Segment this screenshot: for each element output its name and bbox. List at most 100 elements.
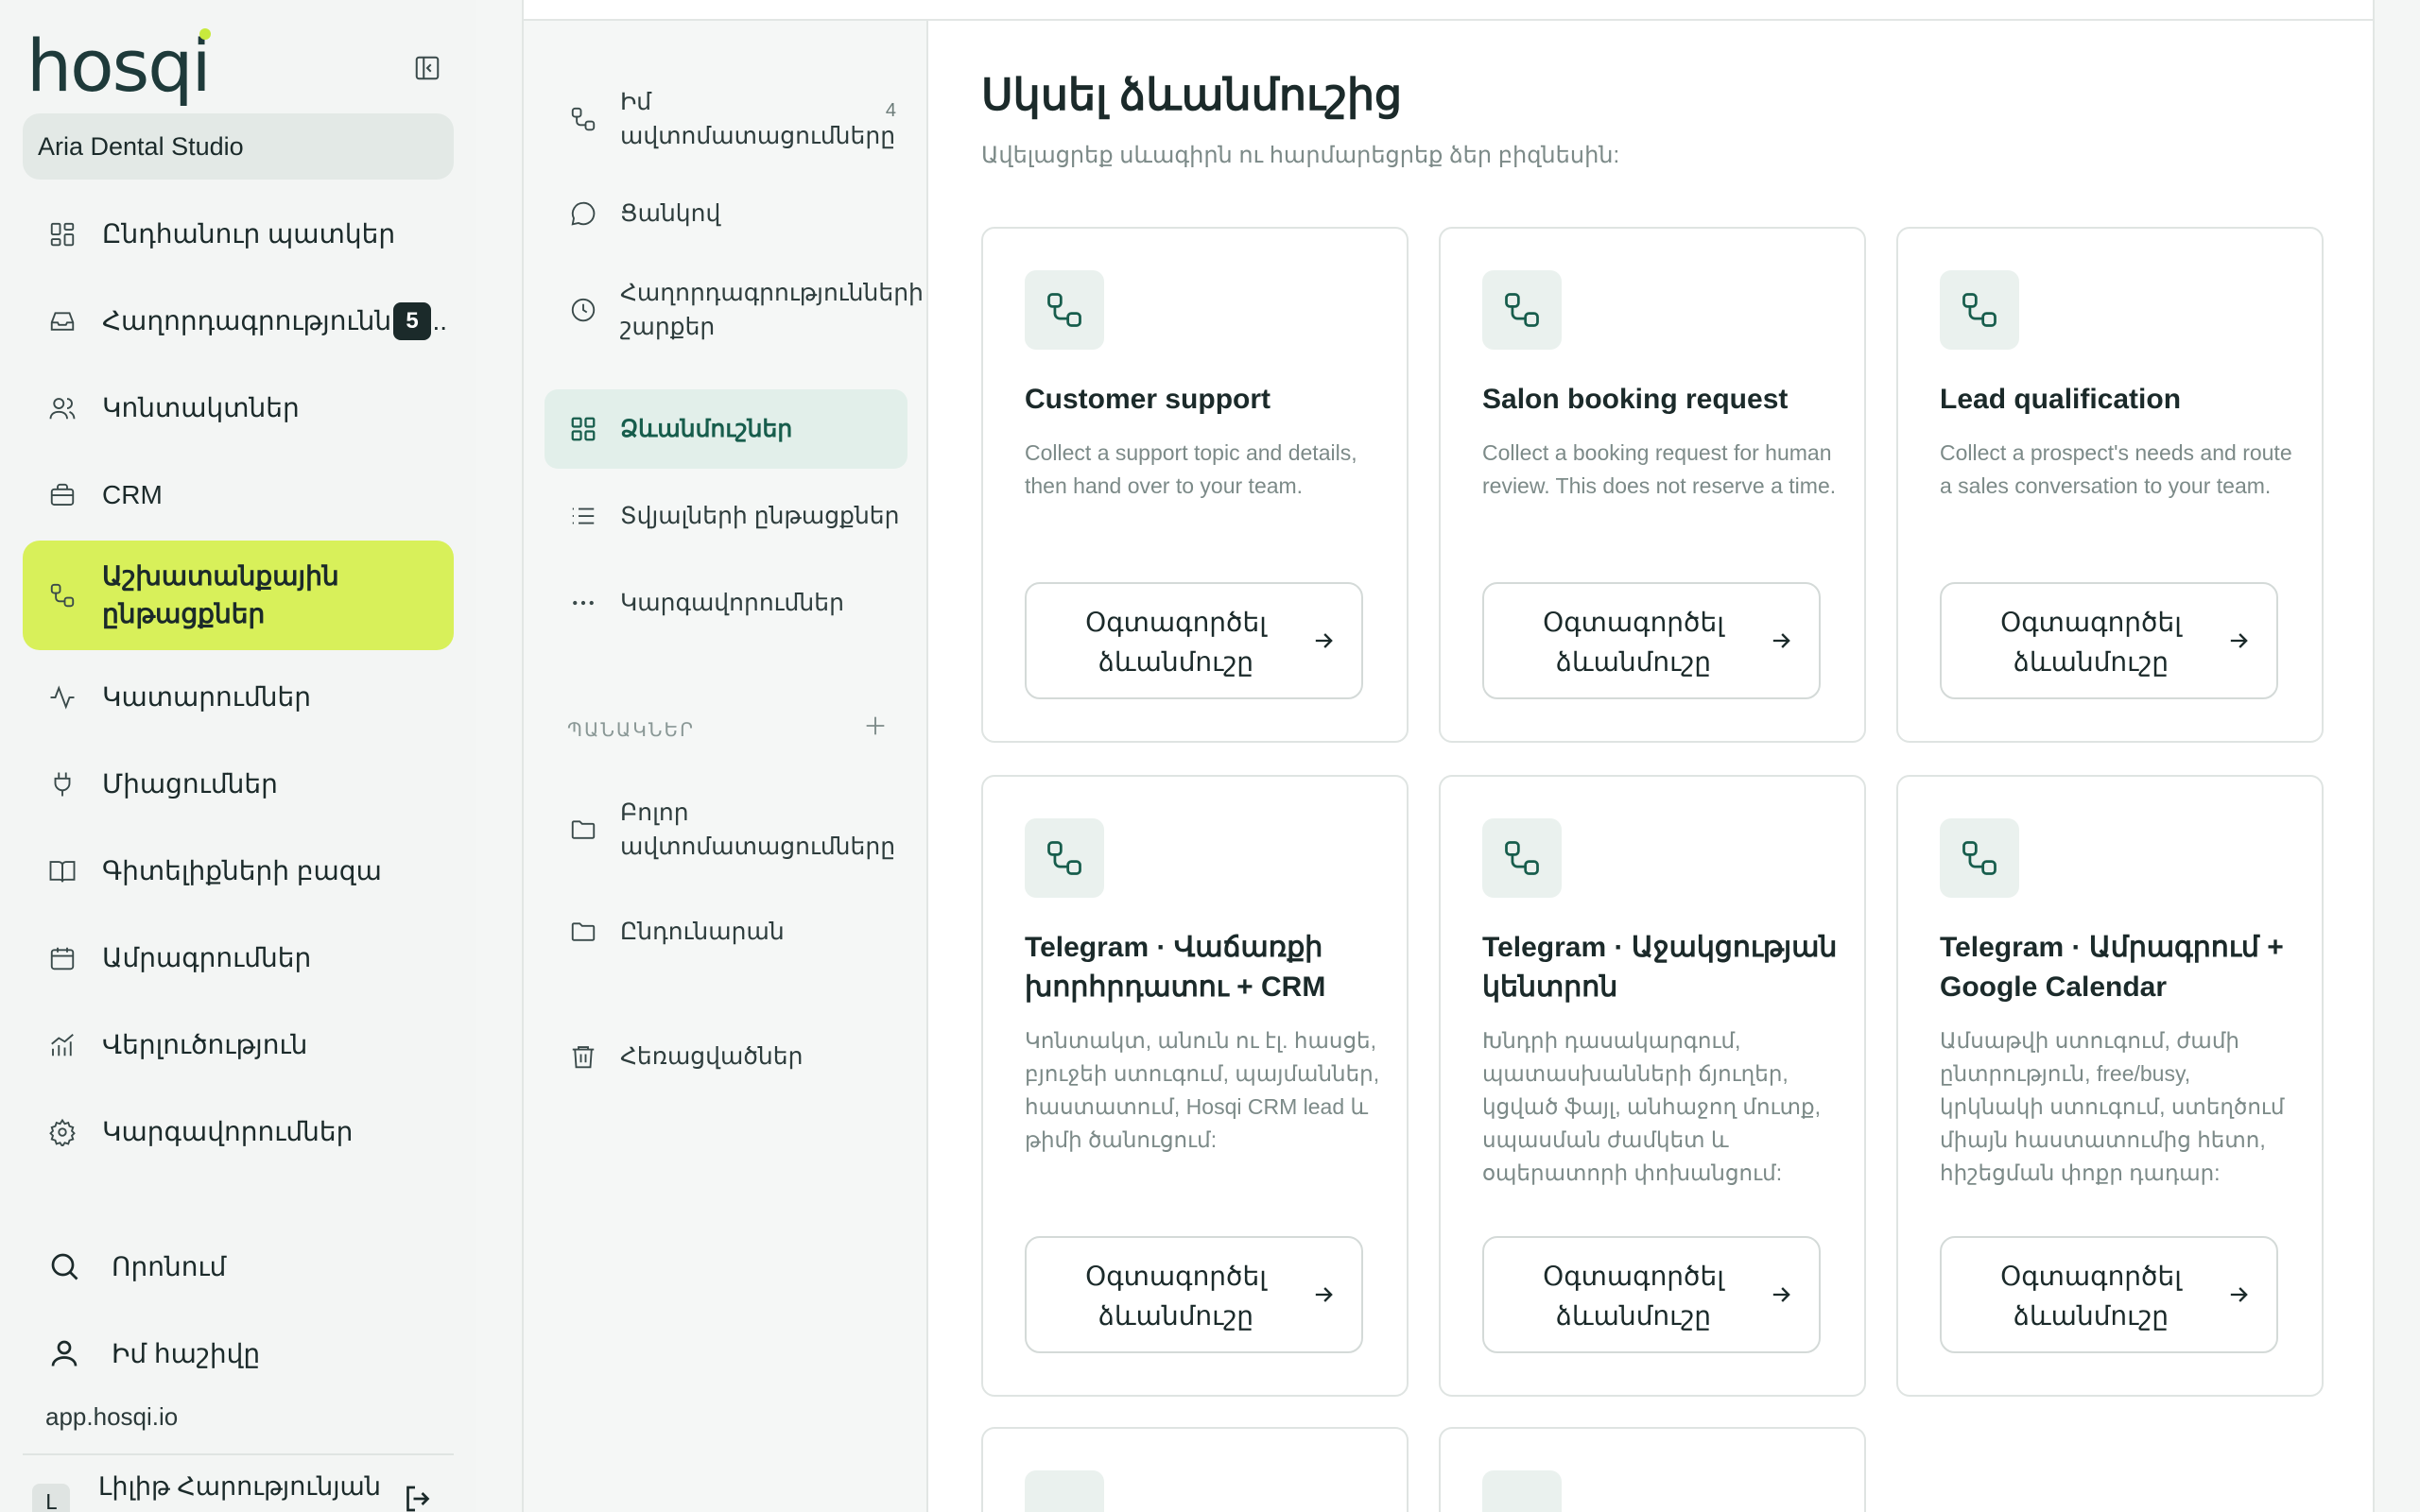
nav-item-overview[interactable]: Ընդհանուր պատկեր (23, 191, 454, 278)
nav-item-executions[interactable]: Կատարումներ (23, 654, 454, 741)
subnav-label: Հաղորդագրությունների շարքեր (620, 280, 924, 340)
divider (23, 1453, 454, 1455)
nav-item-label: Ընդհանուր պատկեր (102, 219, 396, 249)
folders-header: ՊԱՆԱԿՆԵՐ (567, 720, 695, 741)
user-icon (45, 1334, 83, 1372)
analytics-icon (45, 1028, 79, 1062)
template-card: Telegram · Աջակցության կենտրոն Խնդրի դաս… (1439, 775, 1866, 1397)
page-title: Սկսել ձևանմուշից (981, 70, 1403, 119)
list-icon (567, 500, 599, 532)
template-card: Telegram · Ամրագրում + Google Calendar Ա… (1896, 775, 2324, 1397)
plug-icon (45, 767, 79, 801)
nav-item-label: Կարգավորումներ (102, 1117, 354, 1146)
card-description: Խնդրի դասակարգում, պատասխանների ճյուղեր,… (1482, 1028, 1821, 1185)
button-label: Օգտագործել ձևանմուշը (1543, 608, 1724, 677)
use-template-button[interactable]: Օգտագործել ձևանմուշը (1940, 582, 2278, 699)
use-template-button[interactable]: Օգտագործել ձևանմուշը (1025, 582, 1363, 699)
subnav-my-automations[interactable]: Իմ ավտոմատացումները 4 (544, 72, 908, 166)
folder-label: Ընդունարան (620, 919, 785, 945)
workflow-icon (1482, 818, 1562, 898)
my-account-button[interactable]: Իմ հաշիվը (45, 1325, 260, 1382)
template-card-partial (981, 1427, 1409, 1512)
hosqi-logo[interactable]: hosqi (26, 26, 216, 106)
subnav-templates[interactable]: Ձևանմուշներ (544, 389, 908, 469)
activity-icon (45, 680, 79, 714)
sidebar-toggle-icon (415, 56, 440, 80)
card-title: Telegram · Ամրագրում + Google Calendar (1940, 932, 2284, 1003)
nav-item-crm[interactable]: CRM (23, 452, 454, 539)
logo-text: hosqi (26, 24, 212, 108)
nav-item-workflows[interactable]: Աշխատանքային ընթացքներ (23, 541, 454, 650)
nav-item-settings[interactable]: Կարգավորումներ (23, 1089, 454, 1176)
workflow-icon (1025, 270, 1104, 350)
nav-item-knowledge-base[interactable]: Գիտելիքների բազա (23, 828, 454, 915)
user-row: Լ Լիլիթ Հարությունյան (23, 1467, 454, 1512)
use-template-button[interactable]: Օգտագործել ձևանմուշը (1482, 582, 1821, 699)
avatar: Լ (32, 1484, 70, 1512)
frame-top (522, 0, 2375, 19)
use-template-button[interactable]: Օգտագործել ձևանմուշը (1940, 1236, 2278, 1353)
button-label: Օգտագործել ձևանմուշը (1085, 1262, 1267, 1331)
nav-item-label: Կոնտակտներ (102, 393, 300, 422)
main-nav: Ընդհանուր պատկեր Հաղորդագրություններ... … (23, 191, 454, 1176)
use-template-button[interactable]: Օգտագործել ձևանմուշը (1025, 1236, 1363, 1353)
subnav-label: Կարգավորումներ (620, 590, 844, 616)
card-description: Collect a booking request for human revi… (1482, 440, 1837, 498)
nav-item-label: Գիտելիքների բազա (102, 856, 382, 885)
folder-all-automations[interactable]: Բոլոր ավտոմատացումները (544, 782, 908, 877)
subnav-list[interactable]: Ցանկով (544, 176, 908, 251)
page-subtitle: Ավելացրեք սևագիրն ու հարմարեցրեք ձեր բիզ… (981, 143, 1620, 168)
folder-icon (567, 814, 599, 846)
clock-icon (567, 294, 599, 326)
collapse-sidebar-button[interactable] (406, 47, 448, 89)
workflow-icon (1025, 818, 1104, 898)
template-card: Lead qualification Collect a prospect's … (1896, 227, 2324, 743)
arrow-right-icon (1315, 633, 1333, 648)
card-title: Telegram · Վաճառքի խորհրդատու + CRM (1025, 932, 1326, 1003)
sidebar: hosqi Aria Dental Studio Ընդհանուր պատկե… (0, 0, 476, 1512)
card-title: Telegram · Աջակցության կենտրոն (1482, 932, 1838, 1003)
nav-item-messages[interactable]: Հաղորդագրություններ... 5 (23, 278, 454, 365)
template-card-partial (1439, 1427, 1866, 1512)
card-title: Customer support (1025, 384, 1271, 415)
add-folder-button[interactable] (856, 707, 894, 745)
subnav-trash[interactable]: Հեռացվածներ (544, 1019, 908, 1094)
logout-button[interactable] (401, 1482, 439, 1512)
workflow-icon (1482, 270, 1562, 350)
calendar-icon (45, 941, 79, 975)
user-name: Լիլիթ Հարությունյան (98, 1472, 381, 1501)
nav-item-label: Վերլուծություն (102, 1030, 308, 1059)
card-description: Collect a prospect's needs and route a s… (1940, 440, 2292, 498)
subnav-settings[interactable]: Կարգավորումներ (544, 565, 908, 641)
button-label: Օգտագործել ձևանմուշը (2000, 608, 2182, 677)
workflow-icon (567, 103, 599, 135)
nav-item-label: Ամրագրումներ (102, 943, 312, 972)
folder-label: Բոլոր ավտոմատացումները (620, 799, 896, 860)
logo-dot (199, 28, 211, 40)
nav-item-contacts[interactable]: Կոնտակտներ (23, 365, 454, 452)
grid-icon (567, 413, 599, 445)
subnav-label: Ցանկով (620, 200, 721, 227)
plus-icon (866, 716, 885, 735)
subnav-message-sequences[interactable]: Հաղորդագրությունների շարքեր (544, 263, 924, 357)
chat-icon (567, 198, 599, 230)
nav-item-integrations[interactable]: Միացումներ (23, 741, 454, 828)
card-description: Կոնտակտ, անուն ու էլ. հասցե, բյուջեի ստո… (1025, 1028, 1380, 1152)
nav-item-analytics[interactable]: Վերլուծություն (23, 1002, 454, 1089)
nav-item-label: Աշխատանքային ընթացքներ (102, 561, 339, 628)
briefcase-icon (45, 478, 79, 512)
account-label: Իմ հաշիվը (112, 1338, 261, 1368)
button-label: Օգտագործել ձևանմուշը (2000, 1262, 2182, 1331)
inbox-icon (45, 304, 79, 338)
use-template-button[interactable]: Օգտագործել ձևանմուշը (1482, 1236, 1821, 1353)
button-label: Օգտագործել ձևանմուշը (1085, 608, 1267, 677)
folder-reception[interactable]: Ընդունարան (544, 894, 908, 970)
subnav-data-flows[interactable]: Տվյալների ընթացքներ (544, 478, 908, 554)
search-button[interactable]: Որոնում (45, 1238, 226, 1295)
search-icon (45, 1247, 83, 1285)
subnav-label: Իմ ավտոմատացումները (620, 89, 896, 149)
subnav-label: Տվյալների ընթացքներ (620, 503, 900, 529)
gear-icon (45, 1115, 79, 1149)
nav-item-bookings[interactable]: Ամրագրումներ (23, 915, 454, 1002)
org-switcher[interactable]: Aria Dental Studio (23, 113, 454, 180)
